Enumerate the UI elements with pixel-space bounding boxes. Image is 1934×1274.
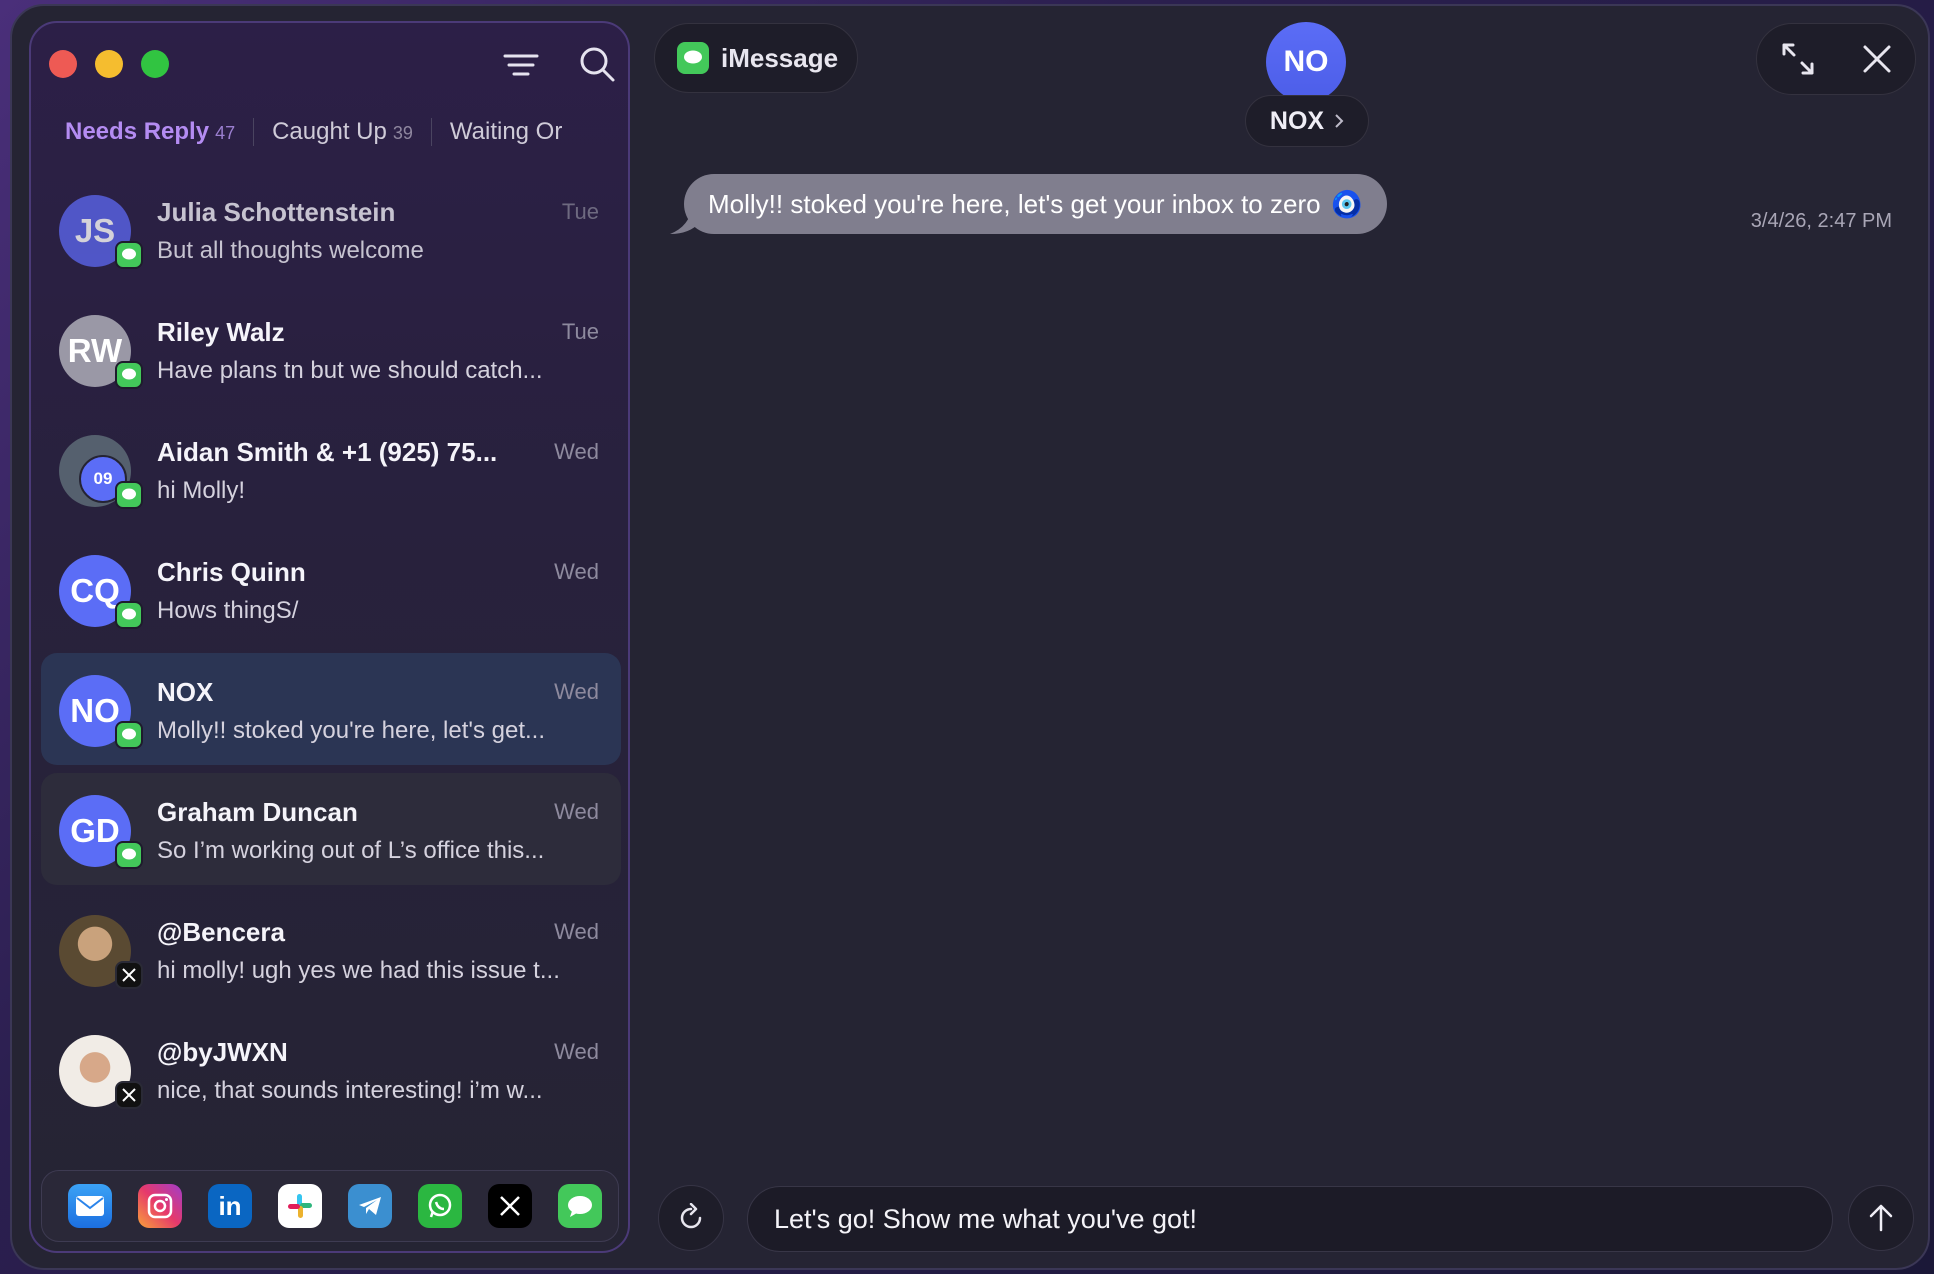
imessage-badge-icon bbox=[115, 601, 143, 629]
message-day: Wed bbox=[554, 679, 599, 704]
message-day: Wed bbox=[554, 799, 599, 824]
x-badge-icon bbox=[115, 961, 143, 989]
tab-label: Waiting Or bbox=[449, 118, 563, 145]
search-icon bbox=[580, 47, 615, 82]
message-day: Wed bbox=[554, 439, 599, 464]
imessage-badge-icon bbox=[115, 841, 143, 869]
x-badge-icon bbox=[115, 1081, 143, 1109]
tab-count: 39 bbox=[392, 123, 413, 143]
mail-icon[interactable] bbox=[68, 1184, 112, 1228]
refresh-icon bbox=[680, 1203, 702, 1229]
x-icon[interactable] bbox=[488, 1184, 532, 1228]
conversation-item[interactable]: RW Riley Walz Have plans tn but we shoul… bbox=[41, 293, 621, 405]
expand-icon[interactable] bbox=[1780, 41, 1816, 77]
message-day: Wed bbox=[554, 1039, 599, 1064]
message-preview: So I’m working out of L’s office this... bbox=[157, 837, 545, 864]
conversation-item[interactable]: CQ Chris Quinn Hows thingS/ Wed bbox=[41, 533, 621, 645]
contact-name: Julia Schottenstein bbox=[157, 197, 396, 227]
message-preview: Molly!! stoked you're here, let's get... bbox=[157, 717, 546, 744]
contact-name: Chris Quinn bbox=[157, 557, 306, 587]
message-preview: hi molly! ugh yes we had this issue t... bbox=[157, 957, 560, 984]
filter-icon bbox=[503, 54, 539, 76]
regenerate-button[interactable] bbox=[658, 1185, 724, 1251]
message-composer[interactable] bbox=[747, 1186, 1833, 1252]
send-button[interactable] bbox=[1848, 1185, 1914, 1251]
contact-name: @Bencera bbox=[157, 917, 285, 947]
evil-eye-emoji: 🧿 bbox=[1330, 188, 1363, 219]
imessage-badge-icon bbox=[115, 361, 143, 389]
contact-name-button[interactable]: NOX bbox=[1245, 95, 1369, 147]
conversation-item[interactable]: 09 Aidan Smith & +1 (925) 75... hi Molly… bbox=[41, 413, 621, 525]
conversation-item[interactable]: @byJWXN nice, that sounds interesting! i… bbox=[41, 1013, 621, 1125]
message-preview: nice, that sounds interesting! i’m w... bbox=[157, 1077, 543, 1104]
platform-selector[interactable]: iMessage bbox=[654, 23, 858, 93]
platform-label: iMessage bbox=[721, 42, 839, 73]
contact-name: Graham Duncan bbox=[157, 797, 358, 827]
close-icon[interactable] bbox=[1862, 44, 1892, 74]
message-timestamp: 3/4/26, 2:47 PM bbox=[1750, 210, 1892, 232]
filter-button[interactable] bbox=[503, 51, 539, 81]
window-actions bbox=[1756, 23, 1916, 95]
contact-name: Riley Walz bbox=[157, 317, 285, 347]
contact-name: Aidan Smith & +1 (925) 75... bbox=[157, 437, 498, 467]
window-controls bbox=[49, 50, 169, 78]
message-preview: But all thoughts welcome bbox=[157, 237, 424, 264]
contact-name: NOX bbox=[1269, 106, 1325, 135]
imessage-badge-icon bbox=[115, 721, 143, 749]
message-bubble-incoming[interactable]: Molly!! stoked you're here, let's get yo… bbox=[684, 174, 1387, 234]
imessage-icon bbox=[677, 42, 709, 74]
message-input[interactable] bbox=[774, 1203, 1832, 1235]
tab-waiting-on[interactable]: Waiting Or bbox=[450, 118, 580, 146]
slack-icon[interactable] bbox=[278, 1184, 322, 1228]
imessage-badge-icon bbox=[115, 241, 143, 269]
tab-label: Caught Up bbox=[272, 118, 387, 145]
arrow-up-icon bbox=[1869, 1204, 1893, 1232]
conversation-item[interactable]: JS Julia Schottenstein But all thoughts … bbox=[41, 173, 621, 285]
message-preview: Hows thingS/ bbox=[157, 597, 299, 624]
app-window: Needs Reply 47 Caught Up 39 Waiting Or J… bbox=[10, 4, 1930, 1270]
conversation-item[interactable]: @Bencera hi molly! ugh yes we had this i… bbox=[41, 893, 621, 1005]
message-preview: Have plans tn but we should catch... bbox=[157, 357, 543, 384]
sidebar: Needs Reply 47 Caught Up 39 Waiting Or J… bbox=[29, 21, 630, 1253]
app-dock: in bbox=[41, 1170, 619, 1242]
minimize-window-button[interactable] bbox=[95, 50, 123, 78]
inbox-tabs: Needs Reply 47 Caught Up 39 Waiting Or bbox=[65, 118, 605, 146]
message-day: Tue bbox=[561, 319, 599, 344]
message-preview: hi Molly! bbox=[157, 477, 246, 504]
contact-avatar[interactable]: NO bbox=[1266, 22, 1346, 102]
conversation-list: JS Julia Schottenstein But all thoughts … bbox=[41, 173, 621, 1133]
chevron-right-icon bbox=[1335, 114, 1344, 128]
tab-count: 47 bbox=[215, 123, 236, 143]
telegram-icon[interactable] bbox=[348, 1184, 392, 1228]
imessage-badge-icon bbox=[115, 481, 143, 509]
conversation-item-selected[interactable]: NO NOX Molly!! stoked you're here, let's… bbox=[41, 653, 621, 765]
contact-name: @byJWXN bbox=[157, 1037, 288, 1067]
conversation-item[interactable]: GD Graham Duncan So I’m working out of L… bbox=[41, 773, 621, 885]
search-button[interactable] bbox=[578, 45, 616, 83]
whatsapp-icon[interactable] bbox=[418, 1184, 462, 1228]
message-day: Wed bbox=[554, 559, 599, 584]
tab-label: Needs Reply bbox=[65, 118, 210, 145]
zoom-window-button[interactable] bbox=[141, 50, 169, 78]
message-text: Molly!! stoked you're here, let's get yo… bbox=[708, 188, 1321, 219]
imessage-icon[interactable] bbox=[558, 1184, 602, 1228]
tab-needs-reply[interactable]: Needs Reply 47 bbox=[65, 118, 255, 146]
message-day: Tue bbox=[561, 199, 599, 224]
tab-caught-up[interactable]: Caught Up 39 bbox=[272, 118, 432, 146]
linkedin-icon[interactable]: in bbox=[208, 1184, 252, 1228]
contact-name: NOX bbox=[157, 677, 214, 707]
message-day: Wed bbox=[554, 919, 599, 944]
close-window-button[interactable] bbox=[49, 50, 77, 78]
instagram-icon[interactable] bbox=[138, 1184, 182, 1228]
